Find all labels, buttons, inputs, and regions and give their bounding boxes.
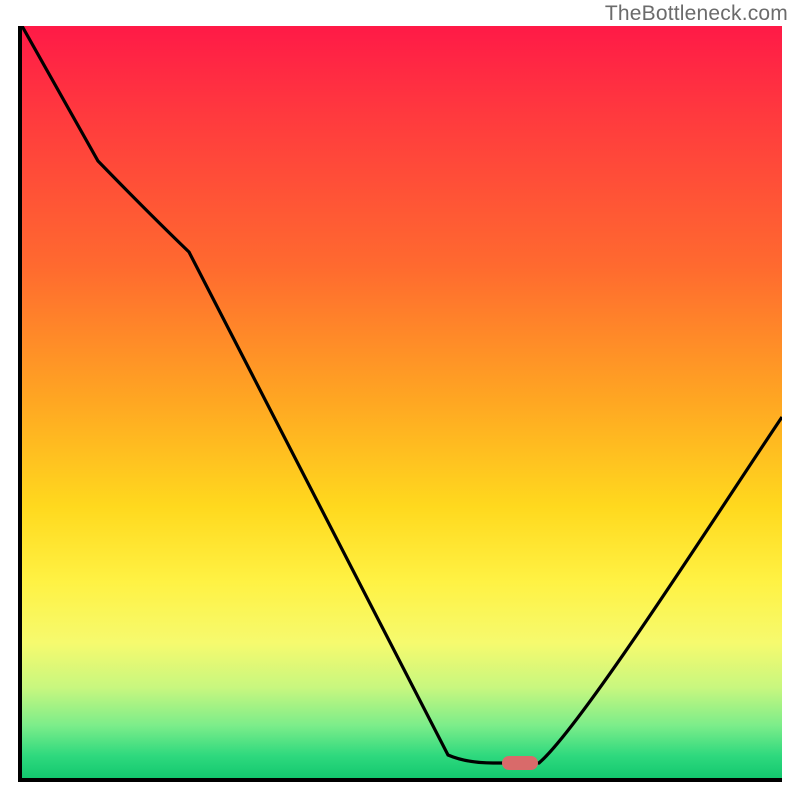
bottleneck-curve-path xyxy=(22,26,782,763)
optimal-marker xyxy=(502,756,538,770)
watermark-text: TheBottleneck.com xyxy=(605,2,788,26)
chart-container: TheBottleneck.com xyxy=(0,0,800,800)
plot-area xyxy=(18,26,782,782)
line-series xyxy=(22,26,782,778)
